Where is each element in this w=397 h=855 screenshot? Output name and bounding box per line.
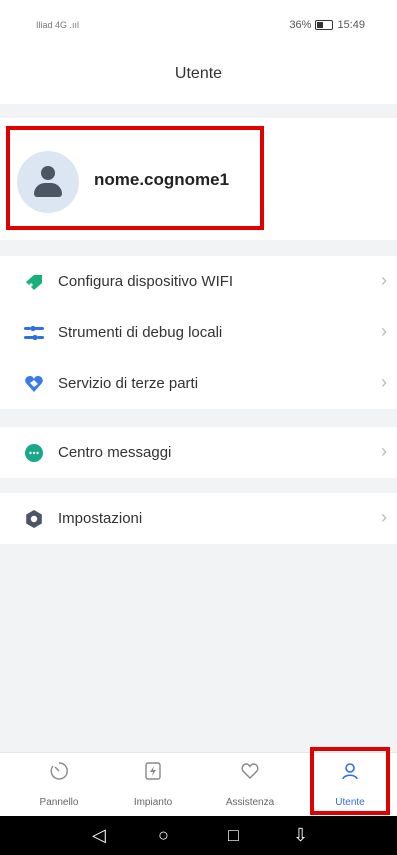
divider [0, 478, 397, 493]
plant-icon [145, 762, 161, 780]
chevron-right-icon: › [381, 507, 387, 527]
chevron-right-icon: › [381, 372, 387, 392]
debug-tools-icon [24, 325, 44, 341]
page-title: Utente [174, 65, 223, 82]
chevron-right-icon: › [381, 321, 387, 341]
notifications-pull-icon[interactable]: ⇩ [293, 826, 308, 844]
carrier-label: Iliad 4G .ııl [36, 20, 80, 30]
menu-item-label: Impostazioni [58, 510, 143, 527]
menu-item-label: Configura dispositivo WIFI [58, 273, 234, 290]
menu-item-label: Centro messaggi [58, 444, 172, 461]
menu-item-messages[interactable]: Centro messaggi › [0, 427, 397, 478]
tab-assistenza[interactable]: Assistenza [210, 753, 290, 817]
divider [0, 409, 397, 427]
battery-percent: 36% [289, 19, 312, 31]
tab-impianto[interactable]: Impianto [113, 753, 193, 817]
menu-item-configure-wifi[interactable]: Configura dispositivo WIFI › [0, 256, 397, 307]
tab-pannello[interactable]: Pannello [19, 753, 99, 817]
heart-icon [241, 763, 259, 779]
back-icon[interactable]: ◁ [92, 826, 106, 844]
system-nav-bar: ◁ ○ □ ⇩ [0, 816, 397, 855]
third-party-service-icon [25, 376, 43, 392]
tab-label: Pannello [39, 797, 79, 808]
highlight-box [6, 126, 264, 230]
chevron-right-icon: › [381, 270, 387, 290]
menu-group-1: Configura dispositivo WIFI › Strumenti d… [0, 256, 397, 409]
home-icon[interactable]: ○ [158, 826, 169, 844]
gear-icon [26, 510, 42, 528]
status-right: 36% 15:49 [289, 19, 365, 31]
chevron-right-icon: › [381, 441, 387, 461]
chat-bubble-icon [25, 444, 43, 462]
menu-item-debug-tools[interactable]: Strumenti di debug locali › [0, 307, 397, 358]
page-header: Utente [0, 52, 397, 104]
menu-item-third-party[interactable]: Servizio di terze parti › [0, 358, 397, 409]
menu-item-label: Strumenti di debug locali [58, 324, 223, 341]
divider [0, 240, 397, 256]
highlight-box [310, 747, 390, 815]
recents-icon[interactable]: □ [228, 826, 239, 844]
clock: 15:49 [337, 19, 365, 31]
tab-label: Impianto [133, 797, 173, 808]
tab-label: Assistenza [225, 797, 275, 808]
status-bar: Iliad 4G .ııl 36% 15:49 [0, 0, 397, 52]
divider [0, 104, 397, 118]
menu-item-settings[interactable]: Impostazioni › [0, 493, 397, 544]
menu-group-3: Impostazioni › [0, 493, 397, 544]
wifi-tag-icon [26, 275, 42, 290]
menu-item-label: Servizio di terze parti [58, 375, 199, 392]
battery-icon [315, 20, 334, 30]
dial-icon [50, 762, 68, 780]
menu-group-2: Centro messaggi › [0, 427, 397, 478]
